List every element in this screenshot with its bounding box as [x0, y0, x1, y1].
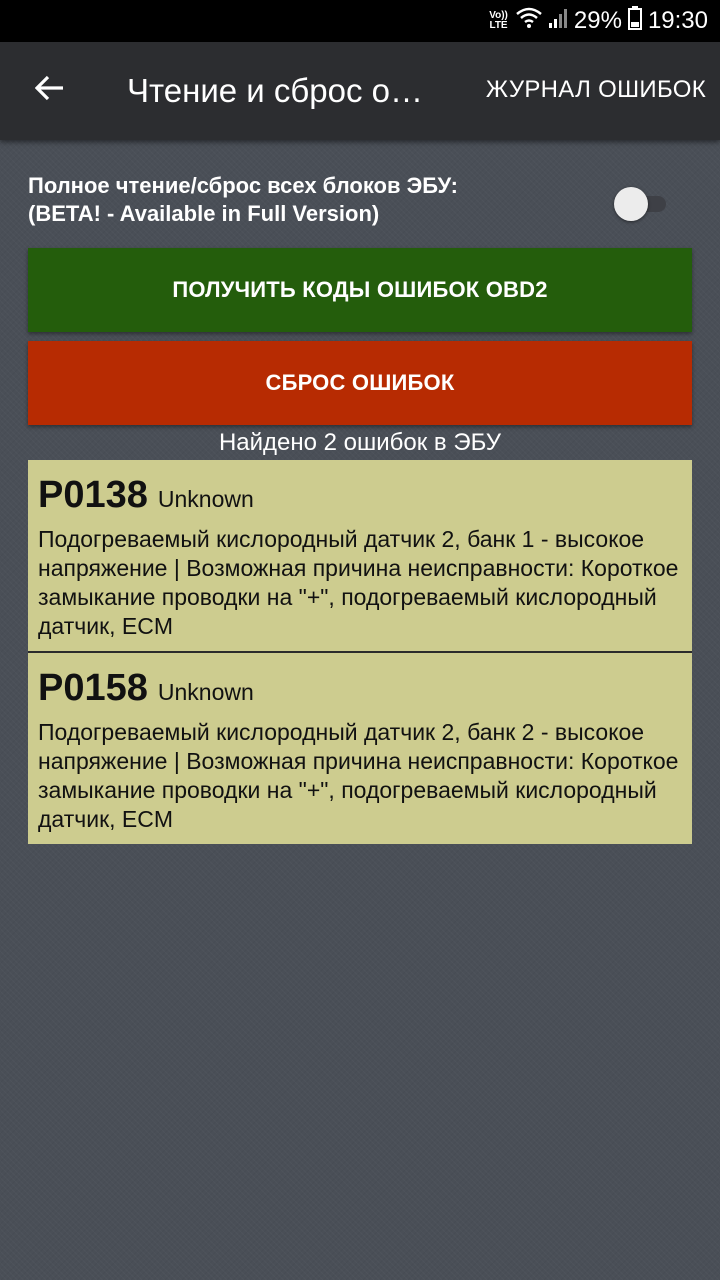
signal-icon — [548, 7, 568, 36]
clock: 19:30 — [647, 7, 708, 34]
full-read-switch[interactable] — [614, 186, 672, 222]
status-icons: Vo)) LTE 29% 19:30 — [489, 0, 708, 42]
error-item[interactable]: P0138 Unknown Подогреваемый кислородный … — [28, 460, 692, 653]
battery-percent: 29% — [573, 7, 622, 34]
error-code-line: P0138 Unknown — [38, 474, 682, 517]
arrow-left-icon — [34, 75, 65, 106]
error-code-line: P0158 Unknown — [38, 667, 682, 710]
errors-found-text: Найдено 2 ошибок в ЭБУ — [218, 429, 502, 456]
error-code: P0158 — [38, 667, 148, 709]
error-journal-button[interactable]: ЖУРНАЛ ОШИБОК — [486, 76, 706, 104]
wifi-icon — [516, 7, 542, 36]
error-code: P0138 — [38, 474, 148, 516]
status-bar: Vo)) LTE 29% 19:30 — [0, 0, 720, 42]
battery-icon — [627, 5, 642, 37]
error-status: Unknown — [157, 486, 254, 512]
full-read-toggle-row: Полное чтение/сброс всех блоков ЭБУ: (BE… — [28, 172, 692, 232]
full-read-toggle-label: Полное чтение/сброс всех блоков ЭБУ: (BE… — [28, 172, 692, 228]
error-status: Unknown — [157, 679, 254, 705]
error-item[interactable]: P0158 Unknown Подогреваемый кислородный … — [28, 653, 692, 844]
error-list: P0138 Unknown Подогреваемый кислородный … — [28, 460, 692, 844]
back-button[interactable] — [28, 68, 72, 112]
error-description: Подогреваемый кислородный датчик 2, банк… — [38, 526, 679, 639]
error-description: Подогреваемый кислородный датчик 2, банк… — [38, 719, 679, 832]
lte-label: LTE — [489, 20, 508, 31]
page-title: Чтение и сброс ошибок — [127, 72, 437, 109]
toggle-label-line1: Полное чтение/сброс всех блоков ЭБУ: — [28, 173, 459, 198]
app-bar: Чтение и сброс ошибок ЖУРНАЛ ОШИБОК — [0, 42, 720, 140]
reset-errors-button[interactable]: СБРОС ОШИБОК — [28, 341, 692, 425]
get-obd2-codes-button[interactable]: ПОЛУЧИТЬ КОДЫ ОШИБОК OBD2 — [28, 248, 692, 332]
switch-thumb — [614, 187, 648, 221]
toggle-label-line2: (BETA! - Available in Full Version) — [28, 201, 380, 226]
volte-indicator: Vo)) LTE — [489, 11, 508, 31]
